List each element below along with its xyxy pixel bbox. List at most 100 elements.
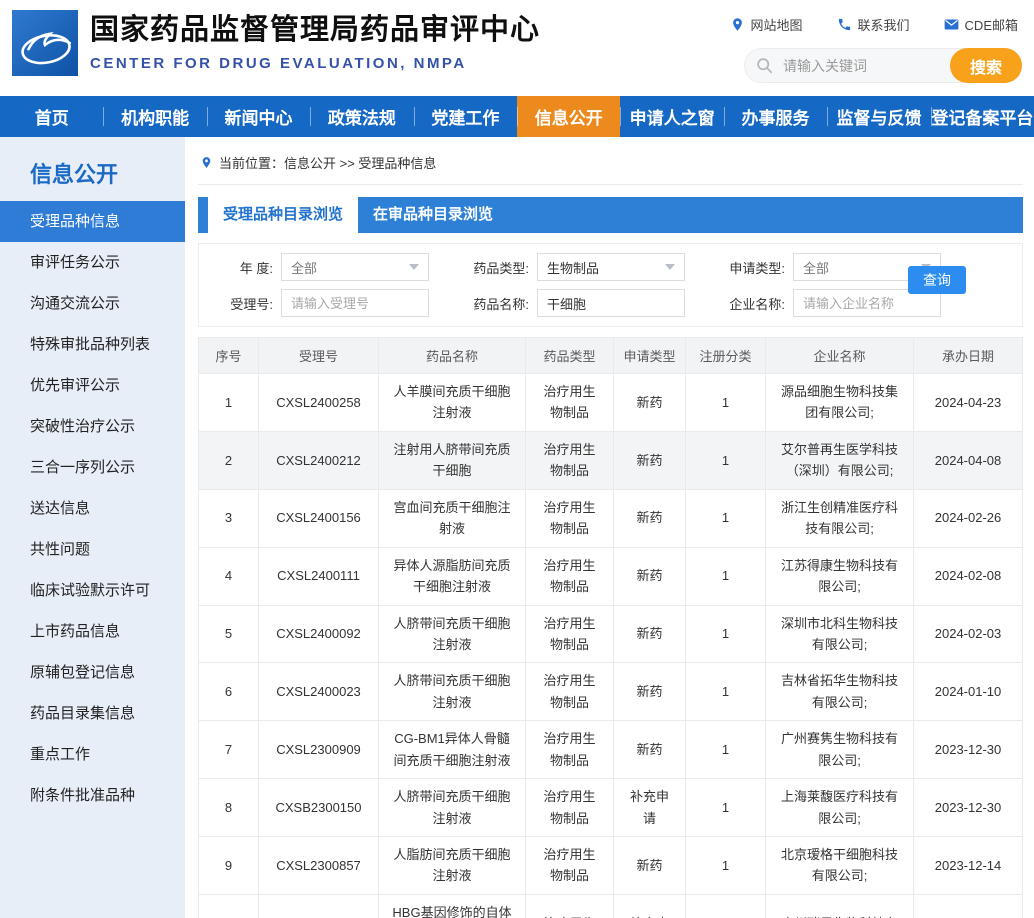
cell-company: 源品细胞生物科技集团有限公司; (766, 374, 914, 432)
cell-company: 艾尔普再生医学科技（深圳）有限公司; (766, 431, 914, 489)
company-label: 企业名称: (709, 294, 785, 313)
cell-acceptance-no: CXSL2400258 (259, 374, 379, 432)
chevron-down-icon (409, 264, 419, 270)
cell-apply-type: 新药 (614, 721, 686, 779)
sidebar-item[interactable]: 重点工作 (0, 734, 185, 775)
cell-drug-type: 治疗用生物制品 (526, 663, 614, 721)
sidebar-item[interactable]: 原辅包登记信息 (0, 652, 185, 693)
breadcrumb: 当前位置：信息公开 >> 受理品种信息 (198, 137, 1023, 185)
cell-date: 2023-12-30 (914, 779, 1023, 837)
year-value: 全部 (291, 258, 317, 277)
sidebar-item[interactable]: 三合一序列公示 (0, 447, 185, 488)
table-row: 9 CXSL2300857 人脂肪间充质干细胞注射液 治疗用生物制品 新药 1 … (199, 837, 1023, 895)
page-body: 信息公开 受理品种信息 审评任务公示 沟通交流公示 特殊审批品种列表 优先审评公… (0, 137, 1034, 918)
tab[interactable]: 在审品种目录浏览 (358, 197, 508, 233)
table-row: 2 CXSL2400212 注射用人脐带间充质干细胞 治疗用生物制品 新药 1 … (199, 431, 1023, 489)
cell-acceptance-no: CXSL2300857 (259, 837, 379, 895)
drug-type-select[interactable]: 生物制品 (537, 253, 685, 281)
tab[interactable]: 受理品种目录浏览 (208, 197, 358, 233)
cell-seq: 8 (199, 779, 259, 837)
cell-date: 2024-02-03 (914, 605, 1023, 663)
sidebar-item[interactable]: 上市药品信息 (0, 611, 185, 652)
sitemap-link[interactable]: 网站地图 (730, 15, 803, 34)
quick-links: 网站地图 联系我们 CDE邮箱 (730, 15, 1018, 34)
mailbox-link[interactable]: CDE邮箱 (944, 15, 1018, 34)
cell-reg-class: 1 (686, 894, 766, 918)
cell-company: 广州赛隽生物科技有限公司; (766, 721, 914, 779)
apply-type-label: 申请类型: (709, 258, 785, 277)
nav-item[interactable]: 新闻中心 (207, 96, 310, 137)
acceptance-no-input[interactable] (281, 289, 429, 317)
table-header-cell: 序号 (199, 338, 259, 374)
table-row: 6 CXSL2400023 人脐带间充质干细胞注射液 治疗用生物制品 新药 1 … (199, 663, 1023, 721)
cell-apply-type: 新药 (614, 489, 686, 547)
drug-name-input[interactable] (537, 289, 685, 317)
cell-company: 上海莱馥医疗科技有限公司; (766, 779, 914, 837)
cell-reg-class: 1 (686, 837, 766, 895)
contact-label: 联系我们 (858, 15, 910, 34)
sidebar-item[interactable]: 附条件批准品种 (0, 775, 185, 816)
cell-seq: 7 (199, 721, 259, 779)
cell-date: 2024-02-08 (914, 547, 1023, 605)
cell-drug-type: 治疗用生物制品 (526, 547, 614, 605)
nav-item[interactable]: 申请人之窗 (620, 96, 723, 137)
nav-item[interactable]: 办事服务 (724, 96, 827, 137)
sidebar-item[interactable]: 临床试验默示许可 (0, 570, 185, 611)
nav-item[interactable]: 党建工作 (414, 96, 517, 137)
cell-acceptance-no: CXSL2400023 (259, 663, 379, 721)
site-identity: 国家药品监督管理局药品审评中心 CENTER FOR DRUG EVALUATI… (90, 13, 540, 72)
sidebar-item[interactable]: 审评任务公示 (0, 242, 185, 283)
cell-apply-type: 新药 (614, 374, 686, 432)
nav-item[interactable]: 监督与反馈 (827, 96, 930, 137)
cell-apply-type: 补充申请 (614, 894, 686, 918)
table-row: 1 CXSL2400258 人羊膜间充质干细胞注射液 治疗用生物制品 新药 1 … (199, 374, 1023, 432)
cell-acceptance-no: CXSL2400156 (259, 489, 379, 547)
nav-item[interactable]: 登记备案平台 (931, 96, 1034, 137)
filter-row-2: 受理号: 药品名称: 企业名称: (207, 289, 1022, 317)
sidebar-item[interactable]: 优先审评公示 (0, 365, 185, 406)
site-title: 国家药品监督管理局药品审评中心 (90, 13, 540, 48)
nav-item[interactable]: 首页 (0, 96, 103, 137)
cell-seq: 4 (199, 547, 259, 605)
main-content: 当前位置：信息公开 >> 受理品种信息 受理品种目录浏览 在审品种目录浏览 年 … (185, 137, 1034, 918)
cell-drug-type: 治疗用生物制品 (526, 779, 614, 837)
cell-reg-class: 1 (686, 374, 766, 432)
nav-item[interactable]: 政策法规 (310, 96, 413, 137)
cell-acceptance-no: CXSL2400111 (259, 547, 379, 605)
query-button[interactable]: 查询 (908, 266, 966, 294)
drug-type-value: 生物制品 (547, 258, 599, 277)
sidebar-item[interactable]: 送达信息 (0, 488, 185, 529)
cell-drug-type: 治疗用生物制品 (526, 431, 614, 489)
cde-logo[interactable] (12, 10, 78, 76)
sidebar-item[interactable]: 受理品种信息 (0, 201, 185, 242)
cell-drug-name: 异体人源脂肪间充质干细胞注射液 (379, 547, 526, 605)
results-table: 序号 受理号 药品名称 药品类型 申请类型 注册分类 企业名称 承办日期 (198, 337, 1023, 918)
cell-drug-name: 人脐带间充质干细胞注射液 (379, 779, 526, 837)
cell-drug-type: 治疗用生物制品 (526, 837, 614, 895)
cell-date: 2024-04-08 (914, 431, 1023, 489)
search-button[interactable]: 搜索 (950, 48, 1022, 83)
sidebar-item[interactable]: 药品目录集信息 (0, 693, 185, 734)
sidebar-item[interactable]: 共性问题 (0, 529, 185, 570)
cell-acceptance-no: CXSB2300138 (259, 894, 379, 918)
table-header-cell: 药品类型 (526, 338, 614, 374)
sidebar-item[interactable]: 沟通交流公示 (0, 283, 185, 324)
sidebar-item[interactable]: 特殊审批品种列表 (0, 324, 185, 365)
table-row: 7 CXSL2300909 CG-BM1异体人骨髓间充质干细胞注射液 治疗用生物… (199, 721, 1023, 779)
nav-item[interactable]: 信息公开 (517, 96, 620, 137)
cell-seq: 1 (199, 374, 259, 432)
search-icon (756, 57, 773, 74)
nav-item[interactable]: 机构职能 (103, 96, 206, 137)
cell-acceptance-no: CXSL2400092 (259, 605, 379, 663)
cell-company: 江苏得康生物科技有限公司; (766, 547, 914, 605)
cell-reg-class: 1 (686, 605, 766, 663)
site-search: 搜索 (744, 48, 1022, 83)
sitemap-label: 网站地图 (751, 15, 803, 34)
contact-link[interactable]: 联系我们 (837, 15, 910, 34)
cell-apply-type: 新药 (614, 547, 686, 605)
table-row: 4 CXSL2400111 异体人源脂肪间充质干细胞注射液 治疗用生物制品 新药… (199, 547, 1023, 605)
year-select[interactable]: 全部 (281, 253, 429, 281)
cell-seq: 9 (199, 837, 259, 895)
cell-reg-class: 1 (686, 489, 766, 547)
sidebar-item[interactable]: 突破性治疗公示 (0, 406, 185, 447)
